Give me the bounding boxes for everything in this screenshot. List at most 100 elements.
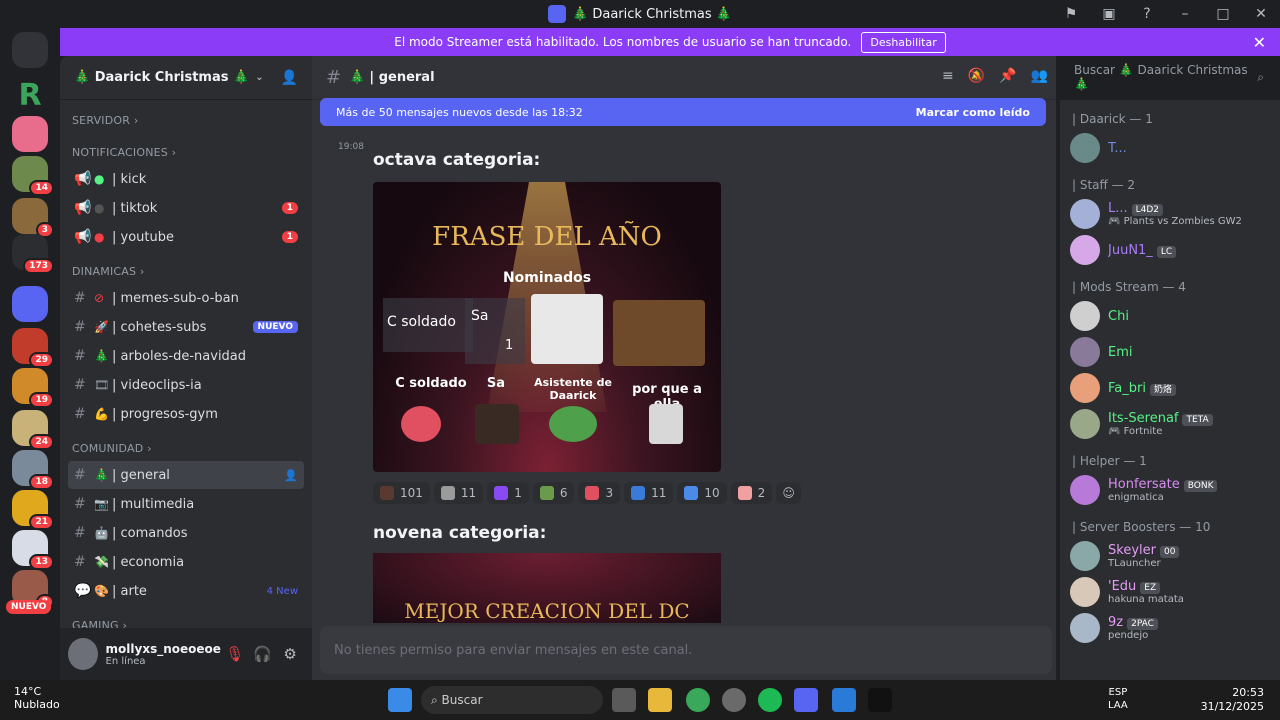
reaction[interactable]: 6 [532, 482, 575, 504]
nominee-name: Sa [486, 376, 506, 391]
mark-as-read-button[interactable]: Marcar como leído [916, 106, 1030, 119]
category-notifications[interactable]: NOTIFICACIONES › [60, 140, 312, 164]
hash-icon: # [326, 67, 342, 88]
inbox-icon[interactable]: ⚑ [1052, 0, 1090, 28]
member-item[interactable]: Emi [1060, 334, 1280, 370]
vscode-icon[interactable] [832, 688, 856, 712]
member-item[interactable]: JuuN1_ LC [1060, 232, 1280, 268]
title-bar: 🎄 Daarick Christmas 🎄 ⚑ ▣ ? – □ ✕ [0, 0, 1280, 28]
new-messages-banner[interactable]: Más de 50 mensajes nuevos desde las 18:3… [320, 98, 1046, 126]
search-input[interactable]: Buscar 🎄 Daarick Christmas 🎄 ⌕ [1066, 63, 1272, 91]
pin-icon[interactable]: 📌 [999, 68, 1016, 84]
close-window-button[interactable]: ✕ [1242, 0, 1280, 28]
channel-economia[interactable]: # 💸 | economia [68, 548, 304, 576]
server-icon[interactable]: 13 [12, 530, 54, 570]
server-folder-icon[interactable]: 173 [12, 234, 54, 274]
task-view-icon[interactable] [612, 688, 636, 712]
chrome-icon[interactable] [686, 688, 710, 712]
member-item[interactable]: T... [1060, 130, 1280, 166]
channel-multimedia[interactable]: # 📷 | multimedia [68, 490, 304, 518]
channel-memes[interactable]: # ⊘ | memes-sub-o-ban [68, 284, 304, 312]
folder-icon[interactable] [12, 286, 48, 322]
disable-streamer-button[interactable]: Deshabilitar [861, 31, 946, 53]
reaction[interactable]: 3 [578, 482, 621, 504]
member-item[interactable]: Skeyler 00 TLauncher [1060, 538, 1280, 574]
channel-cohetes[interactable]: # 🚀 | cohetes-subs NUEVO [68, 313, 304, 341]
gear-icon[interactable]: ⚙ [276, 645, 304, 663]
server-icon[interactable]: 29 [12, 328, 54, 368]
hash-icon: # [74, 406, 86, 422]
reaction[interactable]: 2 [730, 482, 773, 504]
channel-youtube[interactable]: 📢 ● | youtube 1 [68, 223, 304, 251]
r-server-icon[interactable]: R [12, 78, 48, 114]
members-icon[interactable]: 👥 [1031, 68, 1048, 84]
channel-kick[interactable]: 📢 ● | kick [68, 165, 304, 193]
language-indicator[interactable]: ESP LAA [1108, 686, 1128, 712]
message-composer[interactable]: No tienes permiso para enviar mensajes e… [320, 626, 1052, 674]
member-item[interactable]: 9z 2PAC pendejo [1060, 610, 1280, 646]
weather-widget[interactable]: 14°C Nublado [14, 685, 60, 711]
clock[interactable]: 20:53 31/12/2025 [1201, 686, 1264, 714]
member-item[interactable]: 'Edu EZ hakuna matata [1060, 574, 1280, 610]
hash-icon: # [74, 290, 86, 306]
channel-arboles[interactable]: # 🎄 | arboles-de-navidad [68, 342, 304, 370]
black-dot-icon: ● [94, 201, 105, 215]
reaction[interactable]: 10 [677, 482, 727, 504]
reaction[interactable]: 11 [624, 482, 674, 504]
invite-icon[interactable]: 👤 [284, 469, 298, 482]
screen-icon[interactable]: ▣ [1090, 0, 1128, 28]
close-icon[interactable]: ✕ [1253, 33, 1266, 52]
channel-arte[interactable]: 💬 🎨 | arte 4 New [68, 577, 304, 605]
server-icon[interactable]: 14 [12, 156, 54, 196]
server-icon[interactable]: 18 [12, 450, 54, 490]
start-icon[interactable] [388, 688, 412, 712]
file-explorer-icon[interactable] [648, 688, 672, 712]
maximize-button[interactable]: □ [1204, 0, 1242, 28]
channel-comandos[interactable]: # 🤖 | comandos [68, 519, 304, 547]
discord-home-icon[interactable] [12, 32, 48, 68]
channel-tiktok[interactable]: 📢 ● | tiktok 1 [68, 194, 304, 222]
server-icon[interactable]: 24 [12, 410, 54, 450]
minimize-button[interactable]: – [1166, 0, 1204, 28]
member-group-header: | Helper — 1 [1072, 454, 1147, 468]
tiktok-icon[interactable] [868, 688, 892, 712]
announcement-icon: 📢 [74, 171, 92, 187]
member-item[interactable]: Fa_bri 奶烙 [1060, 370, 1280, 406]
guild-header[interactable]: 🎄 Daarick Christmas 🎄 ⌄ 👤 [60, 56, 312, 100]
help-icon[interactable]: ? [1128, 0, 1166, 28]
server-icon[interactable]: 3 [12, 198, 54, 238]
discord-icon[interactable] [794, 688, 818, 712]
invite-icon[interactable]: 👤 [281, 70, 298, 86]
server-icon[interactable]: 21 [12, 490, 54, 530]
mute-icon[interactable]: 🎙 [221, 645, 249, 663]
message-image[interactable]: FRASE DEL AÑO Nominados C soldado Sa 1 C… [373, 182, 721, 472]
category-server[interactable]: SERVIDOR › [60, 108, 312, 132]
headphones-icon[interactable]: 🎧 [249, 645, 277, 663]
message-image[interactable]: MEJOR CREACION DEL DC [373, 553, 721, 623]
tree-icon: 🎄 [349, 70, 370, 85]
server-icon[interactable] [12, 116, 48, 152]
reaction[interactable]: 1 [487, 482, 529, 504]
notifications-muted-icon[interactable]: 🔕 [968, 68, 985, 84]
spotify-icon[interactable] [758, 688, 782, 712]
avatar [1070, 301, 1100, 331]
channel-general[interactable]: # 🎄 | general 👤 [68, 461, 304, 489]
avatar[interactable] [68, 638, 98, 670]
member-item[interactable]: Its-Serenaf TETA 🎮 Fortnite [1060, 406, 1280, 442]
server-icon[interactable]: 19 [12, 368, 54, 408]
channel-videoclips[interactable]: # 🎞 | videoclips-ia [68, 371, 304, 399]
search-icon: ⌕ [431, 692, 442, 707]
member-item[interactable]: Chi [1060, 298, 1280, 334]
member-item[interactable]: Honfersate BONK enigmatica [1060, 472, 1280, 508]
add-reaction-icon[interactable]: ☺ [776, 482, 801, 504]
threads-icon[interactable]: ≡ [942, 68, 954, 84]
member-item[interactable]: L... L4D2 🎮 Plants vs Zombies GW2 [1060, 196, 1280, 232]
reaction[interactable]: 101 [373, 482, 430, 504]
channel-gym[interactable]: # 💪 | progresos-gym [68, 400, 304, 428]
nominee-screenshot [531, 294, 603, 364]
app-icon[interactable] [722, 688, 746, 712]
reaction[interactable]: 11 [433, 482, 484, 504]
category-comunidad[interactable]: COMUNIDAD › [60, 436, 312, 460]
taskbar-search[interactable]: ⌕ Buscar [421, 686, 603, 714]
category-dinamicas[interactable]: DINAMICAS › [60, 259, 312, 283]
